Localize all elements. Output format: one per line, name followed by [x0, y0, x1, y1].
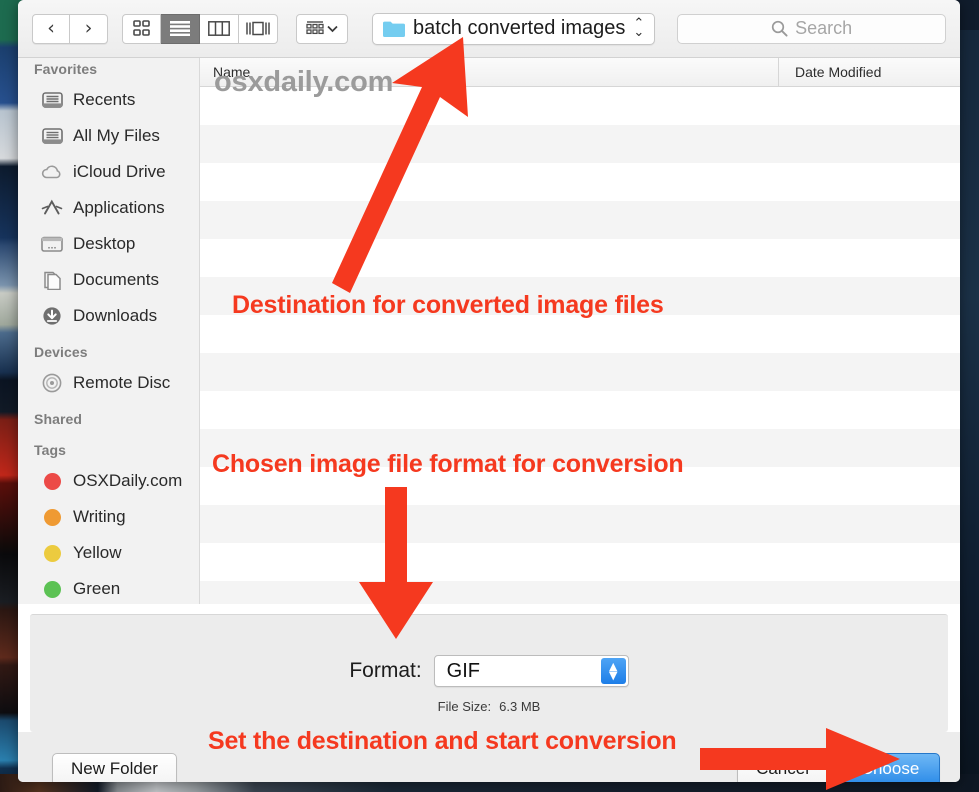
table-row[interactable]	[200, 543, 960, 581]
table-row[interactable]	[200, 505, 960, 543]
table-row[interactable]	[200, 125, 960, 163]
sidebar-item-label: Remote Disc	[73, 373, 170, 393]
columns-icon	[208, 21, 230, 36]
sidebar-item-desktop[interactable]: Desktop	[18, 226, 199, 262]
format-accessory-panel: Format: GIF ▲ ▼ File Size: 6.3 MB	[30, 614, 948, 732]
sidebar-item-remote-disc[interactable]: Remote Disc	[18, 365, 199, 401]
table-row[interactable]	[200, 201, 960, 239]
file-size-value: 6.3 MB	[499, 699, 540, 714]
format-stepper-icon[interactable]: ▲ ▼	[601, 658, 626, 684]
sidebar-tag-osxdaily[interactable]: OSXDaily.com	[18, 463, 199, 499]
tag-dot-icon	[40, 579, 64, 600]
sidebar-section-shared-header: Shared	[18, 401, 199, 432]
popup-stepper-icon: ⌃ ⌄	[633, 20, 644, 36]
grid-icon	[133, 20, 150, 37]
table-row[interactable]	[200, 391, 960, 429]
sidebar-item-label: Green	[73, 579, 120, 599]
desktop-icon	[40, 234, 64, 255]
sidebar-item-label: Yellow	[73, 543, 122, 563]
sidebar-item-label: All My Files	[73, 126, 160, 146]
format-popup-button[interactable]: GIF ▲ ▼	[434, 655, 629, 687]
sidebar-item-downloads[interactable]: Downloads	[18, 298, 199, 334]
sidebar-tag-green[interactable]: Green	[18, 571, 199, 604]
all-my-files-icon	[40, 126, 64, 147]
table-row[interactable]	[200, 239, 960, 277]
annotation-action-text: Set the destination and start conversion	[208, 727, 676, 756]
sidebar-item-label: iCloud Drive	[73, 162, 166, 182]
tag-dot-icon	[40, 507, 64, 528]
file-size-label: File Size:	[438, 699, 491, 714]
tag-dot-icon	[40, 543, 64, 564]
sidebar-item-recents[interactable]: Recents	[18, 82, 199, 118]
table-row[interactable]	[200, 163, 960, 201]
file-size-row: File Size: 6.3 MB	[30, 699, 948, 714]
sidebar-tag-writing[interactable]: Writing	[18, 499, 199, 535]
table-row[interactable]	[200, 581, 960, 604]
chevron-left-icon: ‹	[47, 19, 55, 38]
sidebar-item-label: Documents	[73, 270, 159, 290]
format-row: Format: GIF ▲ ▼	[30, 615, 948, 687]
annotation-arrow-format	[355, 487, 465, 647]
downloads-icon	[40, 306, 64, 327]
table-row[interactable]	[200, 315, 960, 353]
file-chooser-dialog: ‹ ›	[18, 0, 960, 782]
format-selected-value: GIF	[435, 660, 480, 683]
search-icon	[771, 20, 788, 37]
dialog-body: Favorites Recents	[18, 58, 960, 604]
sidebar-tag-yellow[interactable]: Yellow	[18, 535, 199, 571]
sidebar-item-label: Downloads	[73, 306, 157, 326]
sidebar-section-tags-header: Tags	[18, 432, 199, 463]
recents-icon	[40, 90, 64, 111]
view-mode-icon-button[interactable]	[122, 14, 161, 44]
gallery-icon	[246, 21, 270, 36]
view-mode-gallery-button[interactable]	[239, 14, 278, 44]
search-placeholder: Search	[795, 18, 852, 39]
view-mode-list-button[interactable]	[161, 14, 200, 44]
desktop-wallpaper-right-strip	[957, 30, 979, 792]
sidebar-item-all-my-files[interactable]: All My Files	[18, 118, 199, 154]
sidebar-item-label: Writing	[73, 507, 126, 527]
format-label: Format:	[349, 659, 421, 683]
sidebar-item-applications[interactable]: Applications	[18, 190, 199, 226]
sidebar-section-devices-header: Devices	[18, 334, 199, 365]
search-input[interactable]: Search	[677, 14, 946, 44]
navigation-button-group: ‹ ›	[32, 14, 108, 44]
dialog-toolbar: ‹ ›	[18, 0, 960, 58]
tag-dot-icon	[40, 471, 64, 492]
annotation-arrow-destination	[320, 35, 480, 300]
table-row[interactable]	[200, 353, 960, 391]
chevron-right-icon: ›	[85, 19, 93, 38]
new-folder-button[interactable]: New Folder	[52, 753, 177, 783]
file-list-rows	[200, 87, 960, 604]
annotation-arrow-choose	[700, 728, 920, 790]
sidebar-item-label: OSXDaily.com	[73, 471, 182, 491]
sidebar: Favorites Recents	[18, 58, 200, 604]
view-mode-button-group	[122, 14, 278, 44]
icloud-icon	[40, 162, 64, 183]
sidebar-item-documents[interactable]: Documents	[18, 262, 199, 298]
sidebar-item-label: Recents	[73, 90, 135, 110]
stepper-down-glyph: ⌄	[633, 29, 644, 37]
disc-icon	[40, 373, 64, 394]
sidebar-item-label: Desktop	[73, 234, 135, 254]
chevron-down-icon	[327, 25, 338, 33]
sidebar-item-icloud-drive[interactable]: iCloud Drive	[18, 154, 199, 190]
documents-icon	[40, 270, 64, 291]
column-header-date-modified[interactable]: Date Modified	[778, 58, 960, 86]
applications-icon	[40, 198, 64, 219]
list-icon	[170, 21, 190, 36]
sidebar-section-favorites-header: Favorites	[18, 58, 199, 82]
stepper-down-glyph: ▼	[609, 671, 617, 680]
annotation-format-text: Chosen image file format for conversion	[212, 450, 683, 479]
file-list[interactable]: Name Date Modified osxdaily.com	[200, 58, 960, 604]
sidebar-item-label: Applications	[73, 198, 165, 218]
forward-button[interactable]: ›	[70, 14, 108, 44]
view-mode-column-button[interactable]	[200, 14, 239, 44]
back-button[interactable]: ‹	[32, 14, 70, 44]
annotation-destination-text: Destination for converted image files	[232, 291, 664, 320]
